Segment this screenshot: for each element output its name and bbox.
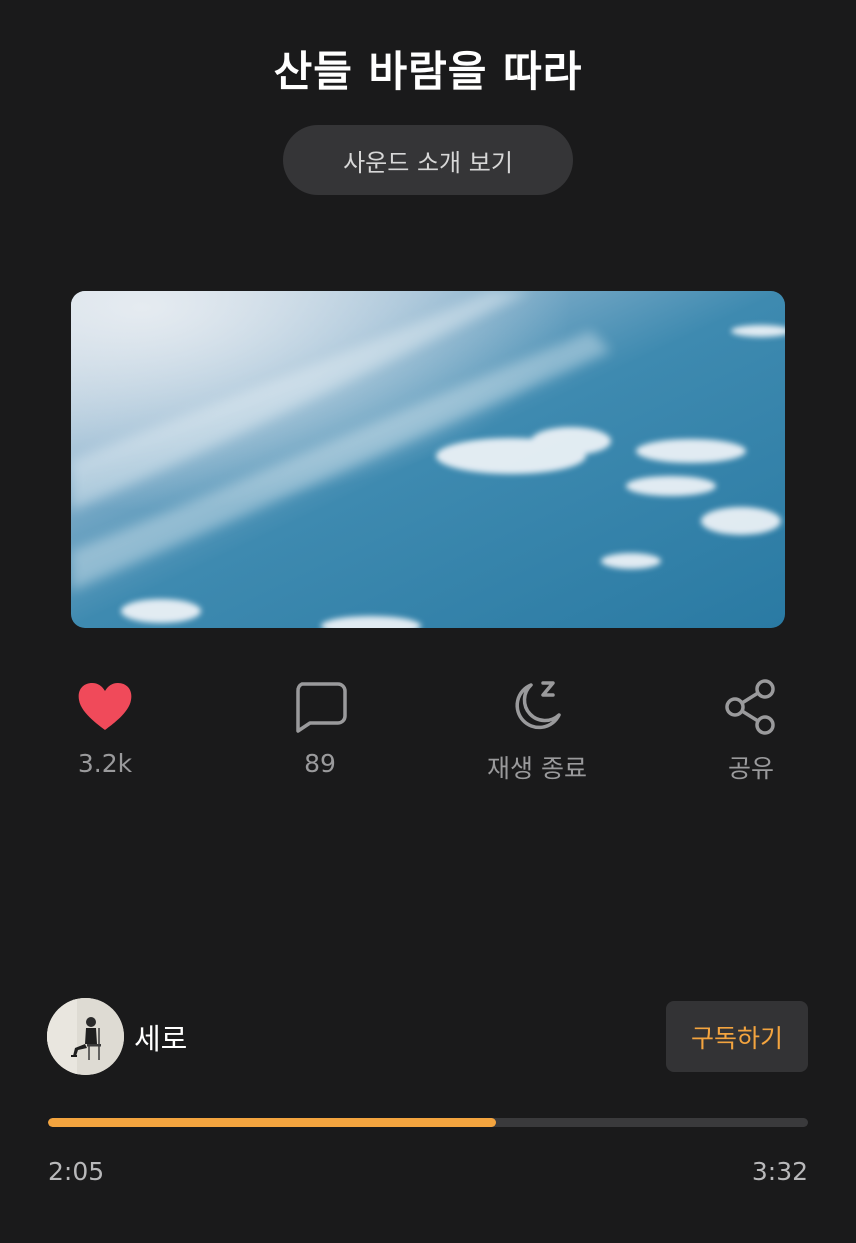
action-bar: 3.2k 89 재생 종료 공유 (0, 675, 856, 795)
cover-image (71, 291, 785, 628)
sleep-timer-button[interactable]: 재생 종료 (457, 675, 617, 785)
comment-icon (240, 675, 400, 739)
author-name[interactable]: 세로 (134, 1016, 187, 1058)
like-count: 3.2k (77, 749, 133, 778)
avatar[interactable] (47, 998, 124, 1075)
sound-intro-button[interactable]: 사운드 소개 보기 (283, 125, 573, 195)
comment-count: 89 (304, 749, 336, 778)
sound-title: 산들 바람을 따라 (273, 47, 583, 96)
subscribe-button[interactable]: 구독하기 (666, 1001, 808, 1072)
share-label: 공유 (727, 754, 774, 783)
heart-icon (25, 675, 185, 739)
like-button[interactable]: 3.2k (25, 675, 185, 778)
share-button[interactable]: 공유 (671, 675, 831, 785)
sleep-timer-icon (457, 675, 617, 739)
total-time: 3:32 (751, 1157, 808, 1186)
current-time: 2:05 (48, 1157, 105, 1186)
share-icon (671, 675, 831, 739)
playback-progress-bar[interactable] (48, 1118, 808, 1127)
author-profile: 세로 (47, 998, 187, 1075)
sleep-timer-label: 재생 종료 (487, 754, 587, 783)
comment-button[interactable]: 89 (240, 675, 400, 778)
playback-progress-fill (48, 1118, 497, 1127)
